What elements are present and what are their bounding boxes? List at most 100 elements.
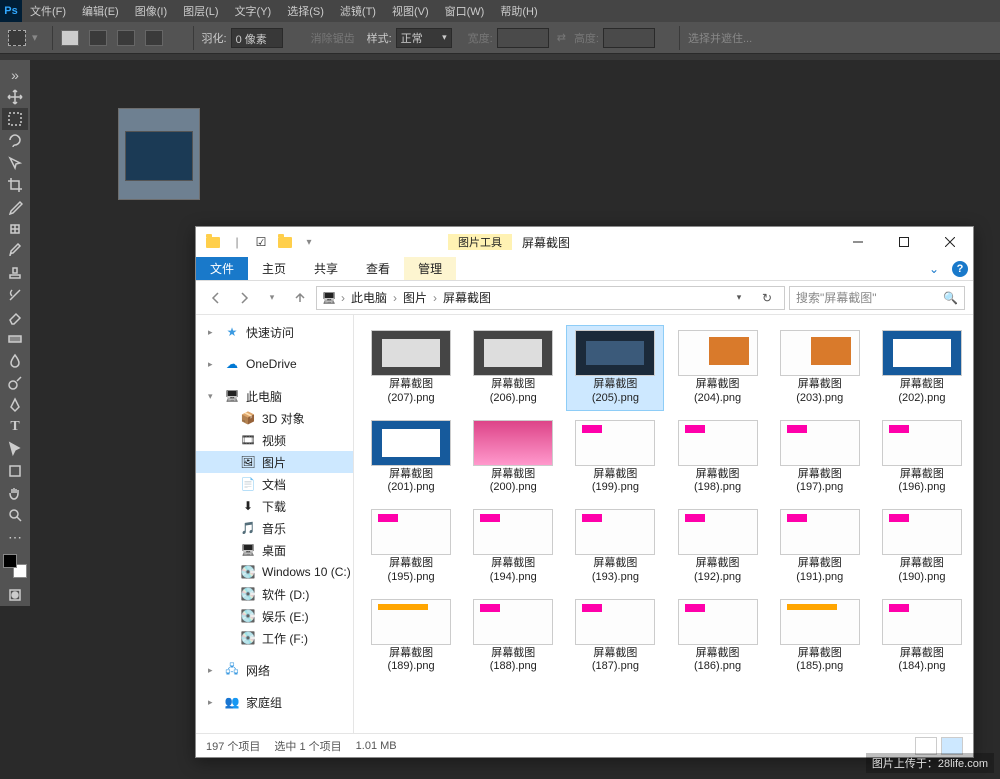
tab-share[interactable]: 共享	[300, 257, 352, 280]
search-icon[interactable]: 🔍	[943, 291, 958, 305]
addr-dropdown-icon[interactable]: ▾	[726, 292, 752, 303]
file-item[interactable]: 屏幕截图 (206).png	[464, 325, 562, 411]
style-dropdown[interactable]: 正常▾	[396, 28, 452, 48]
nav-quick-access[interactable]: ▸★快速访问	[196, 321, 353, 343]
menu-item[interactable]: 视图(V)	[384, 3, 437, 19]
path-select-tool[interactable]	[2, 438, 28, 460]
file-item[interactable]: 屏幕截图 (188).png	[464, 594, 562, 680]
nav-item[interactable]: 🎞视频	[196, 429, 353, 451]
nav-pane[interactable]: ▸★快速访问 ▸☁OneDrive ▾🖥此电脑 📦3D 对象🎞视频🖼图片📄文档⬇…	[196, 315, 354, 733]
tab-file[interactable]: 文件	[196, 257, 248, 280]
add-selection-icon[interactable]	[89, 30, 107, 46]
close-button[interactable]	[927, 227, 973, 257]
feather-input[interactable]: 0 像素	[231, 28, 283, 48]
nav-item[interactable]: 💽娱乐 (E:)	[196, 605, 353, 627]
tab-manage[interactable]: 管理	[404, 257, 456, 280]
menu-item[interactable]: 文件(F)	[22, 3, 74, 19]
qat-customize-icon[interactable]: ▾	[298, 231, 320, 253]
nav-item[interactable]: 💽Windows 10 (C:)	[196, 561, 353, 583]
file-item[interactable]: 屏幕截图 (195).png	[362, 504, 460, 590]
menu-item[interactable]: 图像(I)	[127, 3, 175, 19]
file-item[interactable]: 屏幕截图 (184).png	[873, 594, 971, 680]
qat-newfolder-icon[interactable]	[274, 231, 296, 253]
marquee-tool-icon[interactable]	[8, 30, 26, 46]
zoom-tool[interactable]	[2, 504, 28, 526]
search-input[interactable]: 搜索"屏幕截图" 🔍	[789, 286, 965, 310]
file-item[interactable]: 屏幕截图 (202).png	[873, 325, 971, 411]
healing-tool[interactable]	[2, 218, 28, 240]
nav-item[interactable]: 📦3D 对象	[196, 407, 353, 429]
file-list[interactable]: 屏幕截图 (207).png屏幕截图 (206).png屏幕截图 (205).p…	[354, 315, 973, 733]
tab-view[interactable]: 查看	[352, 257, 404, 280]
nav-network[interactable]: ▸🖧网络	[196, 659, 353, 681]
file-item[interactable]: 屏幕截图 (201).png	[362, 415, 460, 501]
back-button[interactable]	[204, 286, 228, 310]
swap-icon[interactable]: ⇄	[557, 31, 566, 44]
nav-onedrive[interactable]: ▸☁OneDrive	[196, 353, 353, 375]
ribbon-expand-icon[interactable]: ⌄	[921, 257, 947, 280]
select-mask-button[interactable]: 选择并遮住...	[688, 30, 752, 46]
gradient-tool[interactable]	[2, 328, 28, 350]
marquee-tool[interactable]	[2, 108, 28, 130]
crop-tool[interactable]	[2, 174, 28, 196]
tab-home[interactable]: 主页	[248, 257, 300, 280]
nav-homegroup[interactable]: ▸👥家庭组	[196, 691, 353, 713]
menu-item[interactable]: 选择(S)	[279, 3, 332, 19]
nav-item[interactable]: 📄文档	[196, 473, 353, 495]
view-details-button[interactable]	[915, 737, 937, 755]
file-item[interactable]: 屏幕截图 (189).png	[362, 594, 460, 680]
view-thumbnails-button[interactable]	[941, 737, 963, 755]
eyedropper-tool[interactable]	[2, 196, 28, 218]
shape-tool[interactable]	[2, 460, 28, 482]
help-button[interactable]: ?	[947, 257, 973, 280]
recent-dropdown[interactable]: ▾	[260, 286, 284, 310]
file-item[interactable]: 屏幕截图 (185).png	[771, 594, 869, 680]
intersect-selection-icon[interactable]	[145, 30, 163, 46]
menu-item[interactable]: 窗口(W)	[437, 3, 493, 19]
refresh-icon[interactable]: ↻	[754, 291, 780, 305]
file-item[interactable]: 屏幕截图 (192).png	[668, 504, 766, 590]
stamp-tool[interactable]	[2, 262, 28, 284]
menu-item[interactable]: 编辑(E)	[74, 3, 127, 19]
nav-item[interactable]: 💽工作 (F:)	[196, 627, 353, 649]
explorer-titlebar[interactable]: | ☑ ▾ 图片工具 屏幕截图	[196, 227, 973, 257]
file-item[interactable]: 屏幕截图 (194).png	[464, 504, 562, 590]
menu-item[interactable]: 滤镜(T)	[332, 3, 384, 19]
chevron-right-icon[interactable]: ›	[431, 291, 439, 305]
nav-item[interactable]: 💽软件 (D:)	[196, 583, 353, 605]
move-tool[interactable]	[2, 86, 28, 108]
file-item[interactable]: 屏幕截图 (205).png	[566, 325, 664, 411]
pen-tool[interactable]	[2, 394, 28, 416]
more-tools[interactable]: ⋯	[2, 526, 28, 548]
address-bar[interactable]: 🖥 › 此电脑 › 图片 › 屏幕截图 ▾ ↻	[316, 286, 785, 310]
menu-item[interactable]: 帮助(H)	[492, 3, 545, 19]
nav-item[interactable]: 🖼图片	[196, 451, 353, 473]
forward-button[interactable]	[232, 286, 256, 310]
subtract-selection-icon[interactable]	[117, 30, 135, 46]
quick-select-tool[interactable]	[2, 152, 28, 174]
breadcrumb-segment[interactable]: 此电脑	[349, 289, 389, 306]
history-brush-tool[interactable]	[2, 284, 28, 306]
menu-item[interactable]: 文字(Y)	[227, 3, 280, 19]
file-item[interactable]: 屏幕截图 (203).png	[771, 325, 869, 411]
file-item[interactable]: 屏幕截图 (197).png	[771, 415, 869, 501]
file-item[interactable]: 屏幕截图 (193).png	[566, 504, 664, 590]
breadcrumb-segment[interactable]: 屏幕截图	[441, 289, 493, 306]
fg-bg-colors[interactable]	[3, 554, 27, 578]
new-selection-icon[interactable]	[61, 30, 79, 46]
maximize-button[interactable]	[881, 227, 927, 257]
quick-mask-tool[interactable]	[2, 584, 28, 606]
up-button[interactable]	[288, 286, 312, 310]
dodge-tool[interactable]	[2, 372, 28, 394]
qat-properties-icon[interactable]: ☑	[250, 231, 272, 253]
file-item[interactable]: 屏幕截图 (204).png	[668, 325, 766, 411]
blur-tool[interactable]	[2, 350, 28, 372]
file-item[interactable]: 屏幕截图 (191).png	[771, 504, 869, 590]
file-item[interactable]: 屏幕截图 (200).png	[464, 415, 562, 501]
type-tool[interactable]: T	[2, 416, 28, 438]
chevron-right-icon[interactable]: ›	[339, 291, 347, 305]
collapse-icon[interactable]: »	[2, 64, 28, 86]
chevron-right-icon[interactable]: ›	[391, 291, 399, 305]
file-item[interactable]: 屏幕截图 (196).png	[873, 415, 971, 501]
file-item[interactable]: 屏幕截图 (199).png	[566, 415, 664, 501]
